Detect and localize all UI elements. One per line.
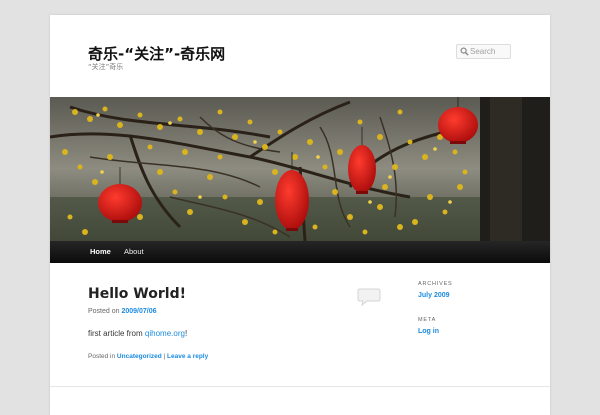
search-placeholder: Search	[470, 47, 496, 56]
posted-in-label: Posted in	[88, 353, 117, 360]
main-nav: Home About	[50, 241, 550, 263]
post-content: first article from qihome.org!	[88, 329, 187, 338]
post-body-link[interactable]: qihome.org	[145, 329, 185, 338]
site-description: “关注”奇乐	[88, 63, 124, 71]
posted-on-label: Posted on	[88, 308, 122, 315]
post-title[interactable]: Hello World!	[88, 286, 186, 302]
page: 奇乐-“关注”-奇乐网 “关注”奇乐 Search Home About Hel…	[50, 15, 550, 415]
search-icon	[460, 47, 469, 56]
nav-home[interactable]: Home	[90, 241, 111, 263]
post-meta: Posted on 2009/07/06	[88, 308, 157, 315]
footer-divider	[50, 386, 550, 387]
site-title[interactable]: 奇乐-“关注”-奇乐网	[88, 43, 225, 64]
category-link[interactable]: Uncategorized	[117, 353, 162, 360]
post-date-link[interactable]: 2009/07/06	[121, 308, 156, 315]
post-body-suffix: !	[184, 329, 188, 338]
nav-about[interactable]: About	[124, 241, 144, 263]
header-banner-image	[50, 97, 550, 241]
login-link[interactable]: Log in	[418, 328, 439, 335]
search-input[interactable]: Search	[456, 44, 511, 59]
meta-widget-title: META	[418, 317, 437, 323]
comment-bubble-icon[interactable]	[357, 287, 381, 307]
post-footer-meta: Posted in Uncategorized | Leave a reply	[88, 353, 208, 360]
post-body-text: first article from	[88, 329, 145, 338]
archives-widget-title: ARCHIVES	[418, 281, 453, 287]
archive-link-july-2009[interactable]: July 2009	[418, 292, 450, 299]
leave-reply-link[interactable]: Leave a reply	[167, 353, 208, 360]
